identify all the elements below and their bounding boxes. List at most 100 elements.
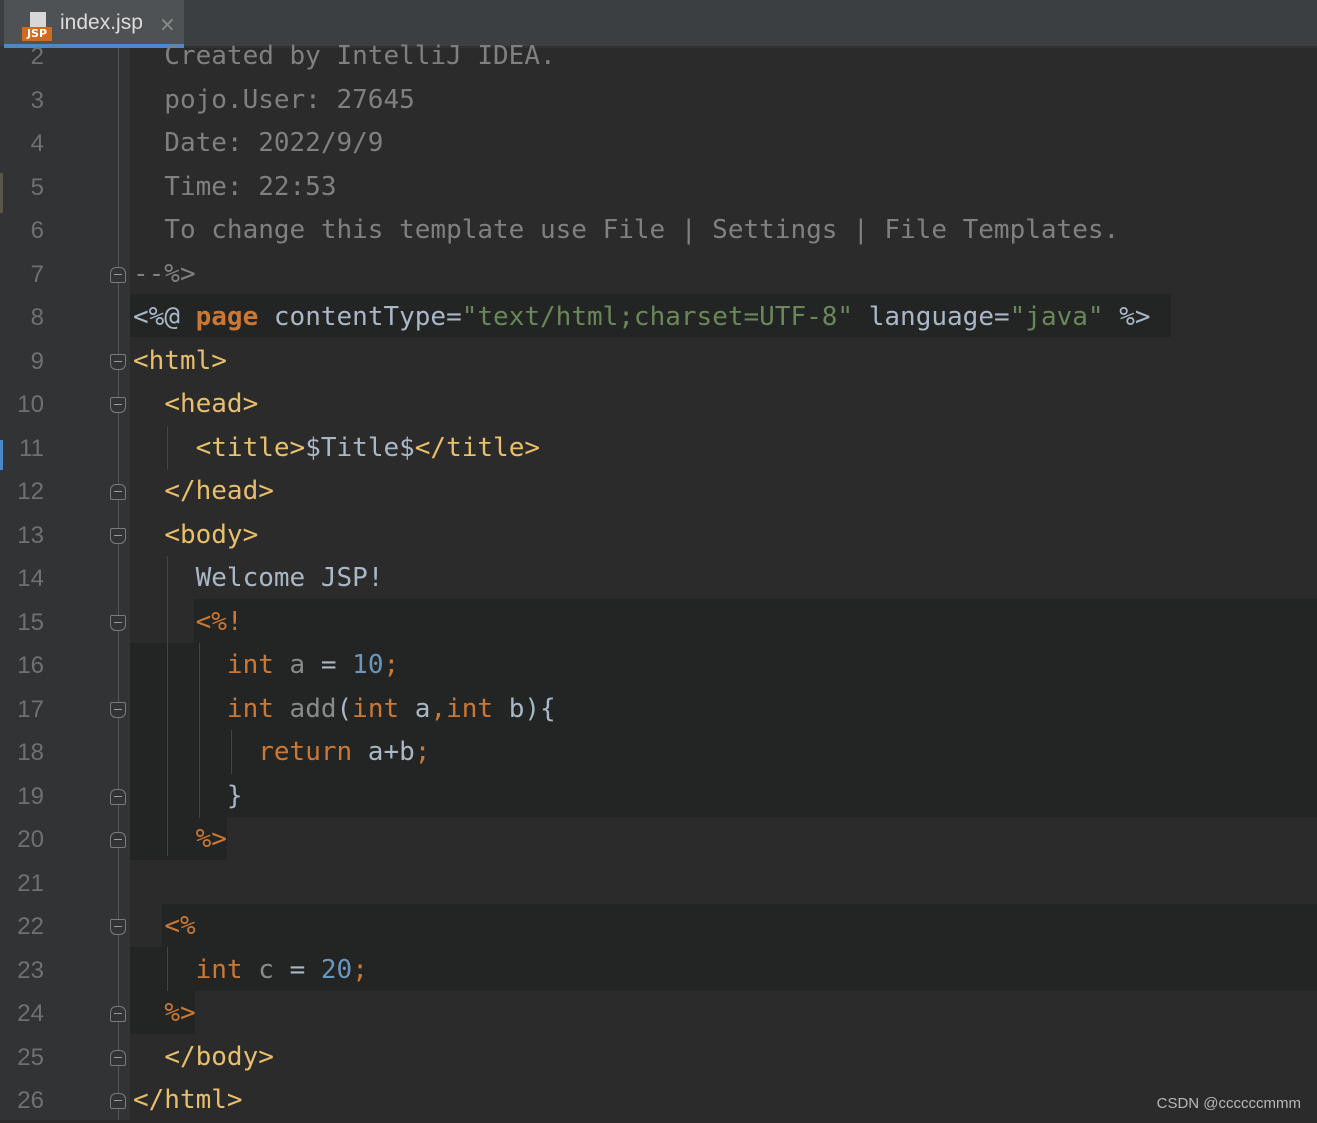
line-number: 4 (30, 130, 44, 157)
fold-end-icon[interactable] (110, 1049, 126, 1066)
code-token: ( (336, 693, 353, 724)
code-token: page (195, 302, 259, 332)
fold-collapse-icon[interactable] (110, 701, 126, 718)
code-line: <%@ page contentType="text/html;charset=… (133, 296, 1151, 340)
code-line: %> (133, 992, 195, 1036)
code-line: } (133, 775, 243, 819)
line-number: 19 (17, 782, 44, 810)
scriptlet-highlight-start (162, 904, 1317, 948)
fold-collapse-icon[interactable] (110, 614, 126, 631)
line-number: 21 (17, 869, 44, 897)
code-token: = (320, 650, 353, 680)
code-token: add (273, 693, 337, 724)
fold-end-icon[interactable] (110, 484, 126, 500)
code-line: pojo.User: 27645 (133, 79, 415, 123)
code-token: --%> (133, 258, 196, 289)
line-number: 20 (17, 826, 44, 853)
line-number: 9 (30, 347, 44, 375)
fold-collapse-icon[interactable] (110, 397, 126, 413)
code-token: contentType= (258, 302, 462, 332)
line-number: 13 (17, 521, 44, 549)
code-line: </body> (133, 1036, 274, 1080)
code-token: int (226, 650, 274, 680)
line-number: 10 (17, 391, 44, 418)
line-number: 3 (30, 86, 44, 114)
line-number: 22 (17, 913, 44, 940)
line-number: 2 (30, 43, 44, 70)
code-token: language= (853, 302, 1010, 332)
line-number: 24 (17, 1000, 44, 1027)
watermark: CSDN @ccccccmmm (1156, 1095, 1301, 1112)
code-token: = (289, 954, 321, 985)
code-token: </title> (414, 432, 541, 463)
code-line: <head> (133, 383, 258, 427)
fold-end-icon[interactable] (110, 1006, 126, 1022)
fold-end-icon[interactable] (110, 1093, 126, 1109)
code-token: int (352, 693, 400, 724)
line-number: 17 (17, 695, 44, 723)
code-token: <title> (195, 432, 306, 463)
code-token: 10 (352, 650, 384, 680)
code-token: int (446, 693, 494, 724)
code-token: b){ (493, 693, 556, 724)
code-token: "java" (1009, 302, 1104, 332)
code-token: <%! (195, 606, 243, 637)
code-token: ; (383, 650, 400, 680)
code-token: <head> (164, 389, 259, 419)
line-number: 16 (17, 652, 44, 679)
code-line: Date: 2022/9/9 (133, 122, 383, 166)
fold-end-icon[interactable] (110, 788, 126, 805)
code-line: return a+b; (133, 731, 430, 775)
line-number: 6 (30, 217, 44, 244)
code-line: <html> (133, 340, 227, 384)
code-line: <% (133, 905, 196, 949)
code-token: 20 (320, 954, 353, 985)
code-token: </body> (164, 1041, 274, 1072)
code-token: </head> (164, 476, 274, 506)
code-line: Welcome JSP! (133, 557, 384, 601)
fold-collapse-icon[interactable] (110, 353, 126, 370)
fold-collapse-icon[interactable] (110, 919, 126, 935)
code-token: Time: 22:53 (133, 171, 337, 202)
declaration-highlight-start (194, 599, 1317, 644)
code-token: ; (414, 737, 431, 767)
fold-end-icon[interactable] (110, 266, 126, 283)
code-line: <title>$Title$</title> (133, 427, 540, 471)
line-number: 11 (19, 434, 44, 462)
code-token: <%@ (133, 302, 196, 332)
code-token: "text/html;charset=UTF-8" (461, 302, 854, 332)
code-line: <%! (133, 601, 243, 645)
code-line: int a = 10; (133, 644, 399, 688)
code-token: a (273, 650, 321, 680)
code-line: --%> (133, 253, 196, 297)
code-line: int add(int a,int b){ (133, 688, 556, 732)
code-token: %> (1103, 302, 1151, 332)
line-number: 8 (30, 304, 44, 331)
fold-end-icon[interactable] (110, 832, 126, 848)
fold-collapse-icon[interactable] (110, 527, 126, 544)
line-number: 14 (17, 565, 44, 592)
code-line: int c = 20; (133, 949, 368, 993)
code-token: <% (164, 911, 196, 941)
line-number-gutter: 2 3 4 5 6 7 8 9 10 11 12 13 14 15 16 17 18 19 20 21 22 23 24 25… (0, 43, 130, 1120)
code-token: Date: 2022/9/9 (133, 128, 384, 158)
code-token: pojo.User: 27645 (133, 84, 415, 115)
code-token: <body> (164, 519, 259, 550)
code-editor[interactable]: Created by IntelliJ IDEA. pojo.User: 276… (130, 0, 1317, 1120)
line-number: 18 (17, 739, 44, 766)
code-token: int (195, 954, 243, 985)
code-line: To change this template use File | Setti… (133, 209, 1119, 253)
code-token: c (242, 954, 290, 985)
line-number: 12 (17, 478, 44, 505)
code-token: Created by IntelliJ IDEA. (133, 41, 556, 71)
